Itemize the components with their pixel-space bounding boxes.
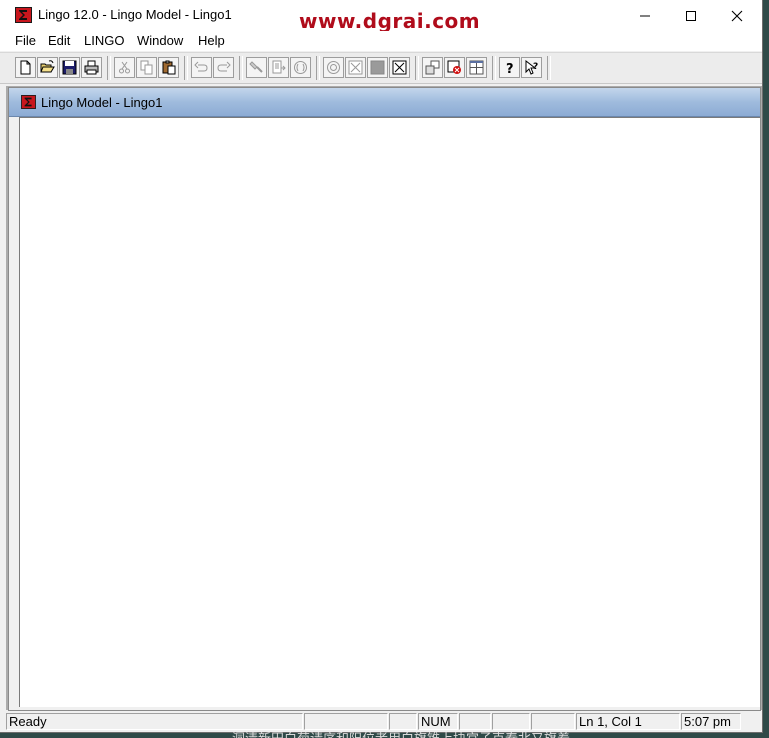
overlay-text: 洞清新田白菊请序和阳位者用白旗锥上块宫子克春北又旗着 [232, 732, 570, 738]
paste-icon [162, 60, 176, 75]
tile-icon [469, 60, 484, 75]
undo-button[interactable] [191, 57, 212, 78]
stop-icon [370, 60, 385, 75]
save-icon [62, 60, 77, 75]
goto-line-button[interactable] [268, 57, 289, 78]
save-button[interactable] [59, 57, 80, 78]
lingo-logo-icon [15, 7, 32, 23]
close-button[interactable] [714, 0, 760, 31]
open-button[interactable] [37, 57, 58, 78]
close-window-icon [447, 60, 461, 74]
new-button[interactable] [15, 57, 36, 78]
context-help-button[interactable]: ? [521, 57, 542, 78]
status-bar: Ready NUM Ln 1, Col 1 5:07 pm [0, 711, 762, 732]
minimize-icon [640, 15, 650, 16]
help-icon: ? [506, 62, 514, 75]
window-border [9, 117, 18, 707]
tile-button[interactable] [466, 57, 487, 78]
undo-icon [194, 61, 208, 72]
print-icon [84, 60, 99, 75]
model-window: Lingo Model - Lingo1 [8, 87, 761, 711]
redo-button[interactable] [213, 57, 234, 78]
toolbar-separator [415, 56, 419, 80]
lingo-logo-icon [21, 95, 36, 109]
match-parenthesis-button[interactable] [290, 57, 311, 78]
menu-edit[interactable]: Edit [46, 33, 72, 48]
model-window-title: Lingo Model - Lingo1 [41, 95, 163, 110]
title-bar[interactable]: Lingo 12.0 - Lingo Model - Lingo1 www.dg… [0, 0, 762, 33]
maximize-button[interactable] [668, 0, 714, 31]
close-icon [731, 10, 743, 21]
toolbar: ? ? [0, 52, 762, 84]
cut-button[interactable] [114, 57, 135, 78]
send-to-back-icon [425, 60, 440, 75]
menu-file[interactable]: File [13, 33, 38, 48]
goto-line-icon [272, 60, 286, 74]
close-all-icon [392, 60, 407, 75]
match-parenthesis-icon [294, 61, 307, 74]
svg-text:?: ? [506, 62, 514, 75]
cursor-position: Ln 1, Col 1 [576, 713, 680, 730]
copy-button[interactable] [136, 57, 157, 78]
copy-icon [140, 60, 153, 75]
num-lock-indicator: NUM [418, 713, 458, 730]
context-help-icon: ? [525, 60, 538, 75]
minimize-button[interactable] [622, 0, 668, 31]
new-file-icon [20, 60, 31, 75]
solve-button[interactable] [323, 57, 344, 78]
status-time: 5:07 pm [681, 713, 741, 730]
toolbar-separator [107, 56, 111, 80]
model-window-title-bar[interactable]: Lingo Model - Lingo1 [9, 88, 760, 117]
solution-icon [348, 60, 363, 75]
solve-icon [327, 61, 340, 74]
send-to-back-button[interactable] [422, 57, 443, 78]
model-editor[interactable] [19, 117, 760, 707]
status-pane-empty [531, 713, 575, 730]
status-pane-empty [492, 713, 530, 730]
toolbar-separator [316, 56, 320, 80]
toolbar-separator [239, 56, 243, 80]
status-message: Ready [6, 713, 303, 730]
svg-text:?: ? [533, 62, 538, 72]
menu-help[interactable]: Help [196, 33, 227, 48]
status-pane-empty [304, 713, 388, 730]
find-icon [249, 61, 263, 73]
find-button[interactable] [246, 57, 267, 78]
stop-button[interactable] [367, 57, 388, 78]
toolbar-separator [184, 56, 188, 80]
toolbar-separator [492, 56, 496, 80]
help-button[interactable]: ? [499, 57, 520, 78]
watermark-text: www.dgrai.com [299, 9, 481, 33]
paste-button[interactable] [158, 57, 179, 78]
status-pane-empty [459, 713, 491, 730]
print-button[interactable] [81, 57, 102, 78]
close-window-button[interactable] [444, 57, 465, 78]
close-all-button[interactable] [389, 57, 410, 78]
redo-icon [217, 61, 231, 72]
application-window: Lingo 12.0 - Lingo Model - Lingo1 www.dg… [0, 0, 763, 733]
menu-lingo[interactable]: LINGO [82, 33, 126, 48]
maximize-icon [686, 10, 696, 21]
menu-window[interactable]: Window [135, 33, 185, 48]
window-title: Lingo 12.0 - Lingo Model - Lingo1 [38, 7, 232, 22]
open-folder-icon [40, 60, 55, 73]
solution-button[interactable] [345, 57, 366, 78]
status-pane-empty [389, 713, 417, 730]
menu-bar: File Edit LINGO Window Help [0, 31, 762, 51]
cut-icon [119, 61, 130, 74]
toolbar-separator [547, 56, 551, 80]
